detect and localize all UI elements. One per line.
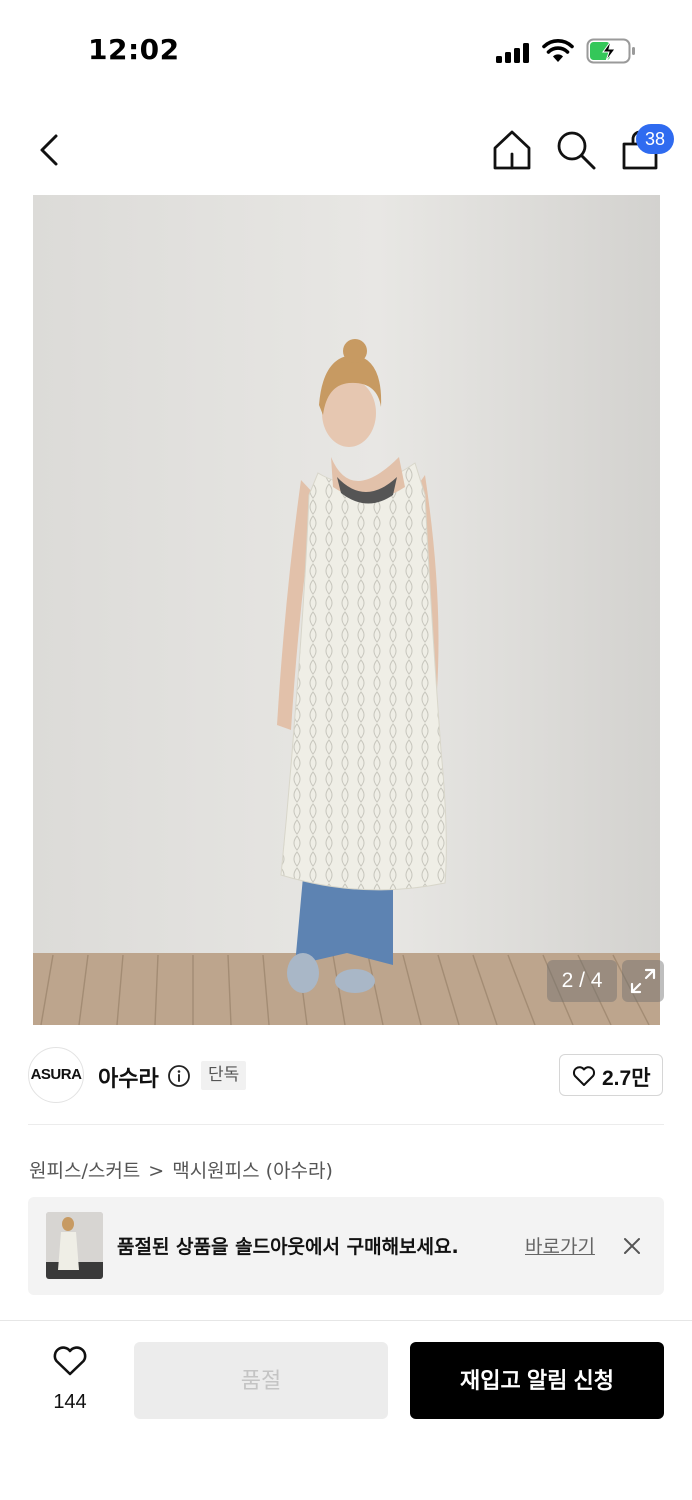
price-row-peek: [28, 1310, 668, 1320]
bottom-action-bar: 144 품절 재입고 알림 신청: [0, 1320, 692, 1500]
heart-icon: [572, 1066, 596, 1086]
soldout-button: 품절: [134, 1342, 388, 1419]
breadcrumb-separator: >: [148, 1160, 165, 1182]
banner-thumbnail: [46, 1212, 103, 1279]
cellular-signal-icon: [496, 43, 529, 63]
back-icon: [40, 134, 58, 166]
brand-name[interactable]: 아수라: [98, 1061, 159, 1093]
search-icon: [557, 131, 596, 170]
breadcrumb-category[interactable]: 원피스/스커트: [29, 1160, 140, 1182]
soldout-banner: 품절된 상품을 솔드아웃에서 구매해보세요. 바로가기: [28, 1197, 664, 1295]
banner-go-link[interactable]: 바로가기: [525, 1232, 595, 1259]
home-icon: [493, 130, 531, 170]
fullscreen-button[interactable]: [622, 960, 664, 1002]
wishlist-count: 144: [53, 1391, 87, 1413]
status-time: 12:02: [88, 33, 180, 66]
status-bar: 12:02: [0, 0, 692, 100]
wishlist-button[interactable]: 144: [40, 1345, 100, 1417]
home-button[interactable]: [490, 128, 534, 172]
brand-like-count: 2.7만: [602, 1067, 651, 1090]
breadcrumb-subcategory[interactable]: 맥시원피스 (아수라): [172, 1160, 333, 1182]
back-button[interactable]: [30, 128, 70, 172]
expand-icon: [630, 968, 656, 994]
top-nav: [0, 110, 692, 190]
info-icon[interactable]: [167, 1064, 191, 1088]
banner-message: 품절된 상품을 솔드아웃에서 구매해보세요.: [117, 1236, 459, 1258]
divider: [28, 1124, 664, 1125]
heart-icon: [53, 1346, 87, 1376]
image-counter: 2 / 4: [547, 960, 617, 1002]
product-photo: [33, 195, 660, 1025]
product-image[interactable]: [33, 195, 660, 1025]
cart-count-badge: 38: [636, 124, 674, 154]
close-icon[interactable]: [620, 1234, 644, 1258]
breadcrumb: 원피스/스커트 > 맥시원피스 (아수라): [29, 1156, 333, 1183]
battery-charging-icon: [586, 38, 635, 64]
restock-alert-button[interactable]: 재입고 알림 신청: [410, 1342, 664, 1419]
search-button[interactable]: [554, 128, 598, 172]
brand-like-button[interactable]: 2.7만: [559, 1054, 663, 1096]
wifi-icon: [542, 39, 574, 62]
exclusive-badge: 단독: [201, 1061, 247, 1090]
brand-logo[interactable]: ASURA: [28, 1047, 84, 1103]
